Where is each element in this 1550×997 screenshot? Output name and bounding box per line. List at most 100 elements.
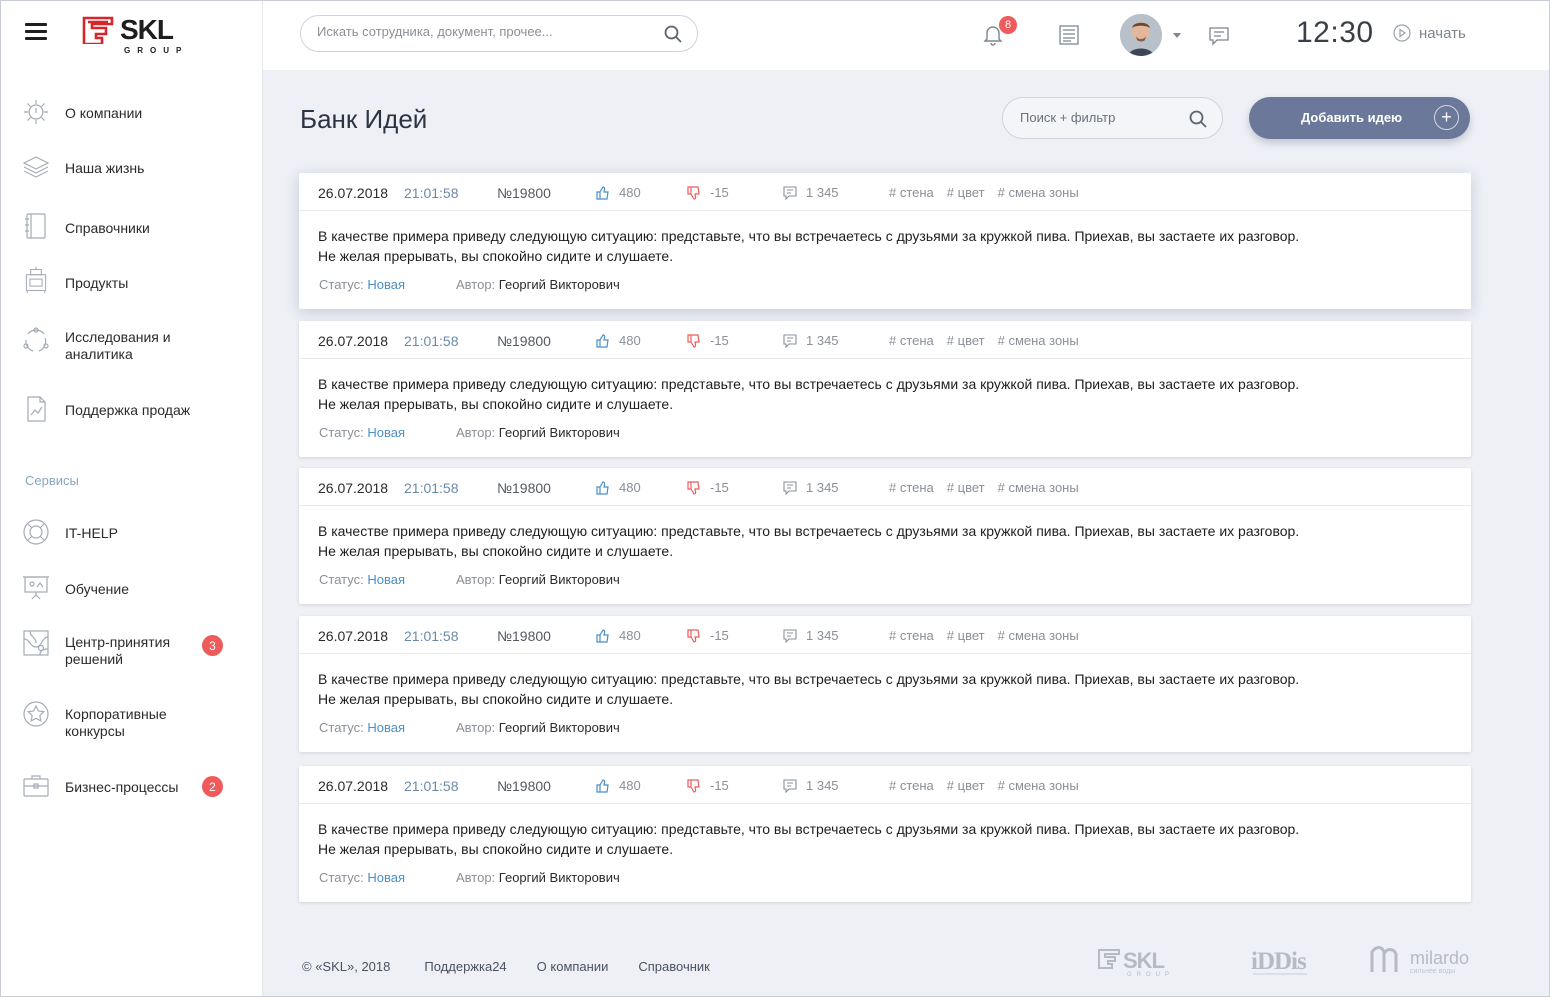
skl-logo-sub: GROUP (124, 46, 189, 55)
idea-author: Автор: Георгий Викторович (456, 720, 620, 735)
sidebar-item-research[interactable]: Исследования и аналитика (0, 324, 262, 362)
sidebar-item-label: Корпоративные конкурсы (65, 706, 167, 739)
idea-author-name[interactable]: Георгий Викторович (499, 720, 620, 735)
idea-author-name[interactable]: Георгий Викторович (499, 425, 620, 440)
search-icon[interactable] (1188, 109, 1208, 129)
sidebar-item-products[interactable]: Продукты (0, 266, 262, 298)
global-search-input[interactable] (317, 24, 647, 39)
page-title: Банк Идей (300, 104, 428, 134)
idea-dislikes[interactable]: -15 (687, 778, 729, 793)
idea-date: 26.07.2018 (318, 333, 389, 349)
idea-author-name[interactable]: Георгий Викторович (499, 277, 620, 292)
idea-tag[interactable]: # стена (889, 778, 934, 793)
footer: © «SKL», 2018 Поддержка24 О компании Спр… (302, 959, 740, 974)
footer-link-directory[interactable]: Справочник (638, 959, 710, 974)
idea-text-line: Не желая прерывать, вы спокойно сидите и… (318, 248, 674, 264)
idea-likes[interactable]: 480 (596, 480, 641, 495)
sidebar-item-it-help[interactable]: IT-HELP (0, 518, 262, 546)
idea-comments[interactable]: 1 345 (783, 628, 839, 643)
idea-dislikes[interactable]: -15 (687, 333, 729, 348)
footer-link-support[interactable]: Поддержка24 (424, 959, 506, 974)
idea-status-value[interactable]: Новая (367, 870, 405, 885)
idea-tag[interactable]: # смена зоны (998, 480, 1079, 495)
idea-comments[interactable]: 1 345 (783, 778, 839, 793)
idea-tag[interactable]: # смена зоны (998, 778, 1079, 793)
sidebar-item-corporate-contests[interactable]: Корпоративные конкурсы (0, 700, 262, 739)
idea-status-value[interactable]: Новая (367, 720, 405, 735)
sidebar-item-training[interactable]: Обучение (0, 573, 262, 601)
comment-icon (783, 185, 797, 200)
cycle-icon (23, 327, 49, 352)
idea-tag[interactable]: # цвет (947, 480, 985, 495)
idea-dislikes[interactable]: -15 (687, 480, 729, 495)
idea-likes[interactable]: 480 (596, 628, 641, 643)
idea-card[interactable]: 26.07.2018 21:01:58 №19800 480 -15 1 345 # сте… (299, 321, 1471, 457)
idea-status-value[interactable]: Новая (367, 425, 405, 440)
idea-text: В качестве примера приведу следующую сит… (318, 521, 1438, 561)
idea-tag[interactable]: # смена зоны (998, 333, 1079, 348)
idea-status: Статус: Новая (319, 277, 405, 292)
sidebar-item-sales-support[interactable]: Поддержка продаж (0, 395, 262, 423)
idea-likes[interactable]: 480 (596, 185, 641, 200)
idea-tag[interactable]: # стена (889, 628, 934, 643)
idea-author: Автор: Георгий Викторович (456, 277, 620, 292)
avatar-image (1120, 14, 1162, 56)
search-icon[interactable] (663, 24, 683, 44)
idea-tag[interactable]: # цвет (947, 333, 985, 348)
ideas-filter-input[interactable] (1020, 110, 1180, 125)
idea-likes[interactable]: 480 (596, 778, 641, 793)
business-processes-badge: 2 (202, 776, 223, 797)
thumbs-down-icon (687, 778, 700, 793)
skl-logo[interactable]: SKL GROUP (82, 14, 202, 58)
idea-comments[interactable]: 1 345 (783, 185, 839, 200)
footer-milardo-logo[interactable]: milardo сильнее воды (1370, 944, 1472, 976)
idea-status-label: Статус: (319, 720, 364, 735)
sidebar-item-our-life[interactable]: Наша жизнь (0, 153, 262, 181)
idea-tag[interactable]: # стена (889, 480, 934, 495)
idea-tag[interactable]: # цвет (947, 628, 985, 643)
idea-tag[interactable]: # стена (889, 333, 934, 348)
idea-status-value[interactable]: Новая (367, 572, 405, 587)
global-search[interactable] (300, 15, 698, 52)
idea-author-name[interactable]: Георгий Викторович (499, 572, 620, 587)
idea-card[interactable]: 26.07.2018 21:01:58 №19800 480 -15 1 345 # сте… (299, 766, 1471, 902)
chat-icon[interactable] (1208, 26, 1230, 46)
idea-tag[interactable]: # смена зоны (998, 628, 1079, 643)
idea-text: В качестве примера приведу следующую сит… (318, 374, 1438, 414)
footer-link-company[interactable]: О компании (537, 959, 609, 974)
idea-card[interactable]: 26.07.2018 21:01:58 №19800 480 -15 1 345 # сте… (299, 468, 1471, 604)
user-avatar[interactable] (1120, 14, 1162, 56)
idea-status-value[interactable]: Новая (367, 277, 405, 292)
idea-tag[interactable]: # цвет (947, 778, 985, 793)
footer-skl-logo[interactable]: SKL GROUP (1097, 944, 1177, 978)
idea-comments[interactable]: 1 345 (783, 333, 839, 348)
idea-dislikes[interactable]: -15 (687, 628, 729, 643)
add-idea-button[interactable]: Добавить идею + (1249, 97, 1470, 139)
menu-icon[interactable] (25, 23, 47, 41)
sidebar-item-company[interactable]: О компании (0, 98, 262, 126)
sidebar-item-decision-center[interactable]: Центр-принятия решений 3 (0, 628, 262, 667)
footer-milardo-logo-image: milardo сильнее воды (1370, 946, 1469, 975)
user-menu-caret-icon[interactable] (1173, 33, 1181, 38)
idea-tag[interactable]: # стена (889, 185, 934, 200)
sidebar-item-business-processes[interactable]: Бизнес-процессы 2 (0, 772, 262, 800)
idea-tag[interactable]: # смена зоны (998, 185, 1079, 200)
idea-likes[interactable]: 480 (596, 333, 641, 348)
idea-dislikes-count: -15 (710, 778, 729, 793)
idea-likes-count: 480 (619, 185, 641, 200)
start-button[interactable]: начать (1393, 24, 1466, 42)
idea-dislikes[interactable]: -15 (687, 185, 729, 200)
idea-author-name[interactable]: Георгий Викторович (499, 870, 620, 885)
footer-iddis-logo-image: iDDis (1251, 948, 1308, 975)
sidebar-item-directories[interactable]: Справочники (0, 212, 262, 240)
ideas-filter[interactable] (1002, 97, 1223, 139)
news-icon[interactable] (1058, 24, 1080, 46)
idea-text-line: Не желая прерывать, вы спокойно сидите и… (318, 691, 674, 707)
idea-tag[interactable]: # цвет (947, 185, 985, 200)
footer-iddis-logo[interactable]: iDDis (1250, 945, 1312, 986)
idea-card[interactable]: 26.07.2018 21:01:58 №19800 480 -15 1 345 # сте… (299, 616, 1471, 752)
idea-card[interactable]: 26.07.2018 21:01:58 №19800 480 -15 1 345 # сте… (299, 173, 1471, 309)
sidebar-item-label: Центр-принятия решений (65, 634, 171, 667)
idea-comments[interactable]: 1 345 (783, 480, 839, 495)
idea-time: 21:01:58 (404, 480, 459, 496)
